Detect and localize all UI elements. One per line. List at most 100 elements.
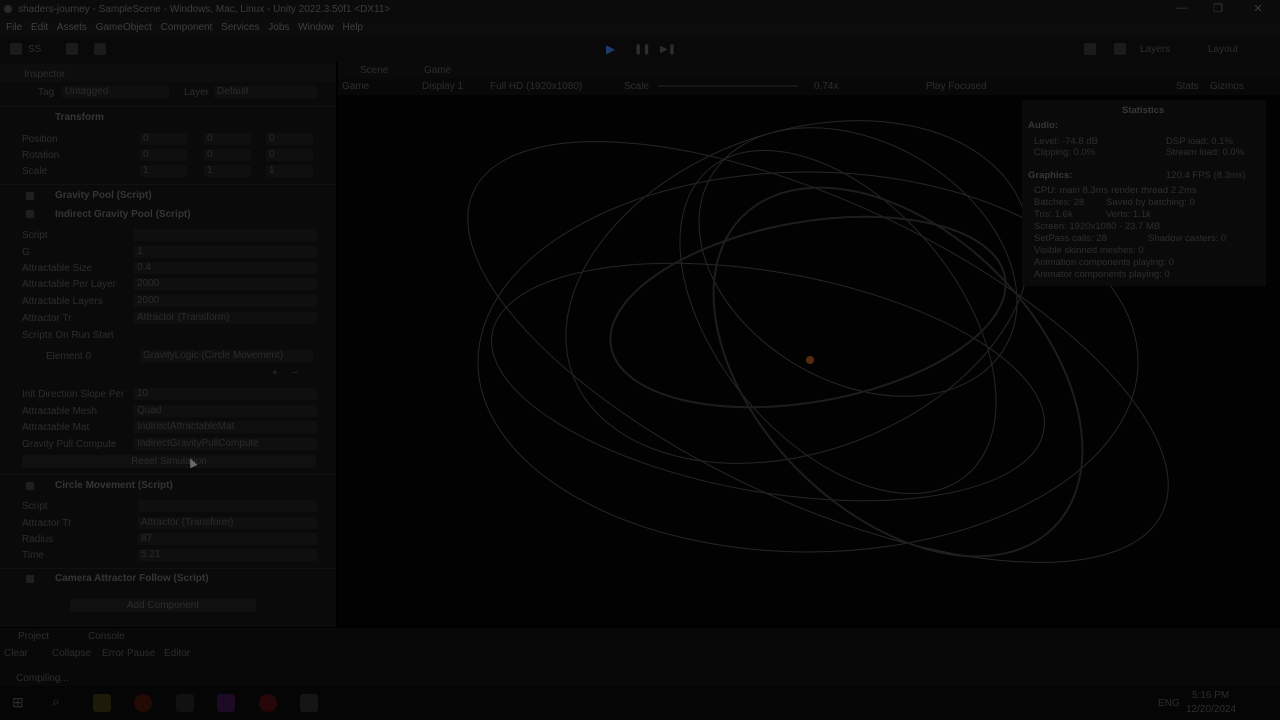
account-label[interactable]: SS [28, 44, 41, 55]
scale-slider[interactable] [658, 85, 798, 87]
history-icon[interactable] [1084, 43, 1096, 55]
attractable-layers-field[interactable]: 2000 [134, 295, 317, 307]
play-focus-dropdown[interactable]: Play Focused [926, 81, 987, 92]
console-editor-dropdown[interactable]: Editor [164, 648, 190, 659]
remove-element-button[interactable]: − [292, 368, 298, 379]
settings-icon[interactable] [94, 43, 106, 55]
position-z[interactable]: 0 [266, 133, 313, 145]
menu-assets[interactable]: Assets [57, 22, 87, 33]
menu-jobs[interactable]: Jobs [268, 22, 289, 33]
menu-gameobject[interactable]: GameObject [96, 22, 152, 33]
rotation-x[interactable]: 0 [140, 149, 187, 161]
console-clear-button[interactable]: Clear [4, 648, 28, 659]
clock-date[interactable]: 12/20/2024 [1186, 704, 1236, 715]
display-dropdown[interactable]: Display 1 [422, 81, 463, 92]
divider [0, 474, 336, 475]
tab-console[interactable]: Console [88, 631, 125, 642]
layer-dropdown[interactable]: Default [214, 86, 317, 98]
menu-component[interactable]: Component [161, 22, 213, 33]
firefox-icon[interactable] [134, 694, 152, 712]
layout-dropdown[interactable]: Layout [1208, 44, 1238, 55]
language-indicator[interactable]: ENG [1158, 698, 1180, 709]
scripts-on-run-start-foldout[interactable]: Scripts On Run Start [22, 330, 114, 341]
account-icon[interactable] [10, 43, 22, 55]
file-explorer-icon[interactable] [93, 694, 111, 712]
search-icon[interactable] [1114, 43, 1126, 55]
window-titlebar: shaders-journey - SampleScene - Windows,… [0, 0, 1280, 19]
game-toolbar: Game Display 1 Full HD (1920x1080) Scale… [338, 78, 1280, 95]
menu-services[interactable]: Services [221, 22, 259, 33]
stat-line: Animator components playing: 0 [1034, 269, 1170, 280]
attractor-tr-field[interactable]: Attractor (Transform) [138, 517, 317, 529]
scale-x[interactable]: 1 [140, 165, 187, 177]
minimize-button[interactable]: — [1172, 2, 1192, 16]
rotation-y[interactable]: 0 [204, 149, 251, 161]
attractable-mat-field[interactable]: IndirectAttractableMat [134, 421, 317, 433]
tab-scene[interactable]: Scene [360, 65, 388, 76]
stat-line: Stream load: 0.0% [1166, 147, 1245, 158]
scale-z[interactable]: 1 [266, 165, 313, 177]
menu-window[interactable]: Window [298, 22, 334, 33]
stat-line: SetPass calls: 28 [1034, 233, 1107, 244]
script-field[interactable] [134, 229, 317, 241]
menu-edit[interactable]: Edit [31, 22, 48, 33]
play-button[interactable]: ▶ [606, 42, 615, 56]
attractable-per-layer-field[interactable]: 2000 [134, 278, 317, 290]
menu-file[interactable]: File [6, 22, 22, 33]
tab-project[interactable]: Project [18, 631, 49, 642]
gizmos-dropdown[interactable]: Gizmos [1210, 81, 1244, 92]
stat-line: Saved by batching: 0 [1106, 197, 1195, 208]
transform-header[interactable]: Transform [55, 112, 104, 123]
game-mode-dropdown[interactable]: Game [342, 81, 369, 92]
indirect-gravity-pool-header[interactable]: Indirect Gravity Pool (Script) [55, 209, 191, 220]
stat-line: Verts: 1.1k [1106, 209, 1151, 220]
camera-attractor-follow-header[interactable]: Camera Attractor Follow (Script) [55, 573, 209, 584]
tag-dropdown[interactable]: Untagged [62, 86, 169, 98]
position-y[interactable]: 0 [204, 133, 251, 145]
console-collapse-button[interactable]: Collapse [52, 648, 91, 659]
stat-line: Tris: 1.6k [1034, 209, 1073, 220]
stats-toggle[interactable]: Stats [1176, 81, 1199, 92]
reset-simulation-button[interactable]: Reset Simulation [22, 455, 316, 468]
time-field[interactable]: 5.21 [138, 549, 317, 561]
maximize-button[interactable]: ❐ [1208, 2, 1228, 16]
g-field[interactable]: 1 [134, 246, 317, 258]
step-button[interactable]: ▶❚ [660, 44, 676, 55]
console-error-pause-button[interactable]: Error Pause [102, 648, 155, 659]
chrome-icon[interactable] [259, 694, 277, 712]
rotation-z[interactable]: 0 [266, 149, 313, 161]
menu-bar: File Edit Assets GameObject Component Se… [0, 19, 1280, 36]
status-text: Compiling... [16, 673, 69, 684]
obs-icon[interactable] [217, 694, 235, 712]
tab-game[interactable]: Game [424, 65, 451, 76]
pause-button[interactable]: ❚❚ [634, 44, 651, 55]
unity-hub-icon[interactable] [176, 694, 194, 712]
add-component-button[interactable]: Add Component [70, 599, 256, 612]
gravity-pool-header[interactable]: Gravity Pool (Script) [55, 190, 152, 201]
element0-field[interactable]: GravityLogic (Circle Movement) [140, 350, 313, 362]
attractable-mesh-field[interactable]: Quad [134, 405, 317, 417]
attractor-tr-field[interactable]: Attractor (Transform) [134, 312, 317, 324]
stat-line: CPU: main 8.3ms render thread 2.2ms [1034, 185, 1197, 196]
scale-y[interactable]: 1 [204, 165, 251, 177]
radius-field[interactable]: 87 [138, 533, 317, 545]
attractable-size-field[interactable]: 0.4 [134, 262, 317, 274]
layers-dropdown[interactable]: Layers [1140, 44, 1170, 55]
circle-movement-header[interactable]: Circle Movement (Script) [55, 480, 173, 491]
main-toolbar: SS ▶ ❚❚ ▶❚ Layers Layout [0, 36, 1280, 62]
windows-start-icon[interactable]: ⊞ [12, 694, 24, 711]
field-label: Script [22, 230, 48, 241]
position-x[interactable]: 0 [140, 133, 187, 145]
cloud-icon[interactable] [66, 43, 78, 55]
clock-time[interactable]: 5:16 PM [1192, 690, 1229, 701]
search-icon[interactable]: ⌕ [52, 693, 60, 710]
init-direction-field[interactable]: 10 [134, 388, 317, 400]
add-element-button[interactable]: + [272, 368, 278, 379]
script-field[interactable] [138, 500, 317, 512]
unity-editor-icon[interactable] [300, 694, 318, 712]
resolution-dropdown[interactable]: Full HD (1920x1080) [490, 81, 582, 92]
gravity-pull-compute-field[interactable]: IndirectGravityPullCompute [134, 438, 317, 450]
inspector-tab[interactable]: Inspector [24, 69, 65, 80]
menu-help[interactable]: Help [343, 22, 364, 33]
close-button[interactable]: ✕ [1248, 2, 1268, 16]
